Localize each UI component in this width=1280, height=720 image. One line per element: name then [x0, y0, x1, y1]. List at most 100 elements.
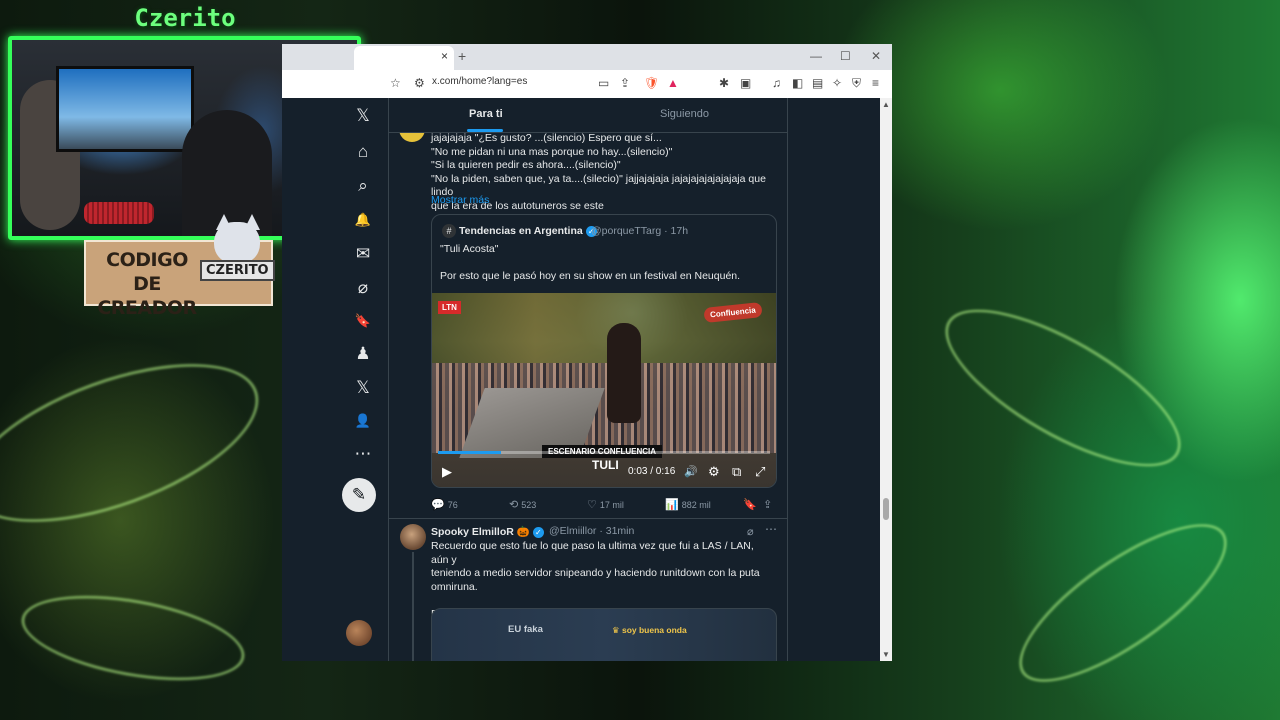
- communities-icon[interactable]: ♟: [350, 344, 376, 364]
- media-caption-right: ♛ soy buena onda: [612, 625, 687, 635]
- search-icon[interactable]: ⌕: [350, 176, 376, 196]
- post-avatar[interactable]: [400, 524, 426, 550]
- timeline: Para ti Siguiendo jajajajaja "¿Es gusto?…: [389, 98, 788, 661]
- media-caption-left: EU faka: [508, 624, 543, 635]
- post-author-name[interactable]: Spooky ElmilloR 🎃 ✓: [431, 525, 544, 538]
- messages-icon[interactable]: ✉: [350, 244, 376, 264]
- video-performer: [607, 323, 641, 423]
- browser-toolbar: ☆ ⚙ x.com/home?lang=es ▭ ⇪ 🛡 ▲ ✱ ▣ ♫ ◧ ▤…: [282, 70, 892, 99]
- active-tab-indicator: [467, 129, 503, 132]
- like-button[interactable]: ♡ 17 mil: [587, 498, 624, 511]
- site-info-icon[interactable]: ⚙: [414, 75, 425, 91]
- video-player[interactable]: LTN Confluencia ESCENARIO CONFLUENCIA TU…: [432, 293, 776, 487]
- tab-bar: × + — ☐ ✕: [282, 44, 892, 70]
- reply-button[interactable]: 💬 76: [431, 498, 458, 511]
- address-bar[interactable]: x.com/home?lang=es: [432, 76, 527, 87]
- views-count: 882 mil: [681, 500, 711, 510]
- post-media[interactable]: EU faka ♛ soy buena onda: [431, 608, 777, 661]
- premium-icon[interactable]: 𝕏: [350, 378, 376, 398]
- grok-post-icon[interactable]: ⌀: [747, 525, 754, 538]
- scroll-up-icon[interactable]: ▲: [882, 100, 890, 109]
- video-time: 0:03 / 0:16: [628, 466, 676, 477]
- page-scrollbar[interactable]: ▲ ▼: [880, 98, 892, 661]
- scroll-thumb[interactable]: [883, 498, 889, 520]
- verified-icon: ✓: [532, 526, 544, 538]
- browser-tab[interactable]: ×: [354, 46, 454, 70]
- leo-icon[interactable]: ✧: [832, 75, 842, 91]
- mascot-head: [214, 222, 260, 264]
- timeline-tabs: Para ti Siguiendo: [389, 98, 787, 133]
- compose-post-button[interactable]: ✎: [342, 478, 376, 512]
- video-controls: ▶ 0:03 / 0:16 🔊 ⚙ ⧉ ⤢: [432, 459, 776, 487]
- share-button[interactable]: ⇪: [763, 498, 775, 511]
- minimize-button[interactable]: —: [810, 49, 822, 63]
- x-content: 𝕏 ⌂ ⌕ 🔔 ✉ ⌀ 🔖 ♟ 𝕏 👤 ⋯ ✎ Para ti Siguiend…: [282, 98, 880, 661]
- video-channel-tag: LTN: [438, 301, 461, 314]
- pip-icon[interactable]: ⧉: [732, 464, 741, 480]
- x-sidebar: 𝕏 ⌂ ⌕ 🔔 ✉ ⌀ 🔖 ♟ 𝕏 👤 ⋯ ✎: [338, 98, 389, 661]
- post-author-handle: @Elmiillor · 31min: [549, 525, 635, 537]
- account-avatar[interactable]: [346, 620, 372, 646]
- quoted-post[interactable]: # Tendencias en Argentina ✓ @porqueTTarg …: [431, 214, 777, 488]
- menu-icon[interactable]: ≡: [872, 75, 879, 91]
- post-author-name-text: Spooky ElmilloR 🎃: [431, 526, 530, 538]
- bookmark-icon: 🔖: [743, 499, 757, 511]
- media-icon[interactable]: ♫: [772, 75, 781, 91]
- vpn-icon[interactable]: ⛨: [852, 75, 861, 91]
- post-more-icon[interactable]: ⋯: [765, 522, 777, 536]
- repost-icon: ⟲: [509, 499, 519, 511]
- reply-count: 76: [447, 500, 458, 510]
- x-logo-icon[interactable]: 𝕏: [350, 106, 376, 126]
- tab-para-ti[interactable]: Para ti: [469, 108, 503, 120]
- quoted-text-body: Por esto que le pasó hoy en su show en u…: [440, 270, 741, 282]
- browser-window: × + — ☐ ✕ ☆ ⚙ x.com/home?lang=es ▭ ⇪ 🛡 ▲…: [282, 44, 892, 661]
- quoted-author-name[interactable]: Tendencias en Argentina ✓: [459, 225, 597, 237]
- fullscreen-icon[interactable]: ⤢: [755, 464, 765, 480]
- quoted-author-name-text: Tendencias en Argentina: [459, 225, 583, 237]
- extensions-icon[interactable]: ✱: [719, 75, 729, 91]
- video-progress-bar[interactable]: [438, 451, 770, 454]
- scroll-down-icon[interactable]: ▼: [882, 650, 890, 659]
- close-window-button[interactable]: ✕: [871, 49, 881, 63]
- more-icon[interactable]: ⋯: [350, 444, 376, 464]
- streamer-name: Czerito: [134, 4, 236, 32]
- maximize-button[interactable]: ☐: [840, 49, 851, 63]
- webcam-mic: [84, 202, 154, 224]
- video-settings-icon[interactable]: ⚙: [708, 464, 720, 480]
- show-more-link[interactable]: Mostrar más: [431, 194, 489, 206]
- volume-icon[interactable]: 🔊: [684, 464, 698, 480]
- bookmark-page-icon[interactable]: ☆: [390, 75, 401, 91]
- post-actions: 💬 76 ⟲ 523 ♡ 17 mil 📊 882 mil 🔖 ⇪: [431, 498, 781, 512]
- like-count: 17 mil: [599, 500, 624, 510]
- repost-button[interactable]: ⟲ 523: [509, 498, 536, 511]
- play-icon[interactable]: ▶: [442, 464, 452, 480]
- thread-line: [412, 552, 414, 661]
- quoted-author-handle: @porqueTTarg · 17h: [591, 225, 689, 237]
- cast-icon[interactable]: ▭: [598, 75, 609, 91]
- tab-close-icon[interactable]: ×: [441, 49, 448, 63]
- creator-code-name: CZERITO: [200, 260, 275, 281]
- creator-code-text: CODIGO DE CREADOR: [97, 249, 197, 319]
- webcam-monitor: [56, 66, 194, 152]
- share-page-icon[interactable]: ⇪: [620, 75, 630, 91]
- extension-icon[interactable]: ▣: [740, 75, 751, 91]
- tab-siguiendo[interactable]: Siguiendo: [660, 108, 709, 120]
- views-icon: 📊: [665, 499, 679, 511]
- sidebar-toggle-icon[interactable]: ◧: [792, 75, 803, 91]
- grok-icon[interactable]: ⌀: [350, 278, 376, 298]
- wallet-icon[interactable]: ▤: [812, 75, 823, 91]
- post-divider: [389, 518, 787, 519]
- brave-shields-icon[interactable]: 🛡: [644, 75, 659, 91]
- views-button[interactable]: 📊 882 mil: [665, 498, 711, 511]
- like-icon: ♡: [587, 499, 597, 511]
- bookmarks-icon[interactable]: 🔖: [350, 311, 376, 331]
- notifications-icon[interactable]: 🔔: [350, 210, 376, 230]
- profile-icon[interactable]: 👤: [350, 411, 376, 431]
- bookmark-button[interactable]: 🔖: [743, 498, 760, 511]
- home-icon[interactable]: ⌂: [350, 142, 376, 162]
- video-trees: [432, 293, 776, 363]
- repost-count: 523: [521, 500, 537, 510]
- new-tab-button[interactable]: +: [458, 48, 466, 64]
- reply-icon: 💬: [431, 499, 445, 511]
- brave-rewards-icon[interactable]: ▲: [667, 75, 679, 91]
